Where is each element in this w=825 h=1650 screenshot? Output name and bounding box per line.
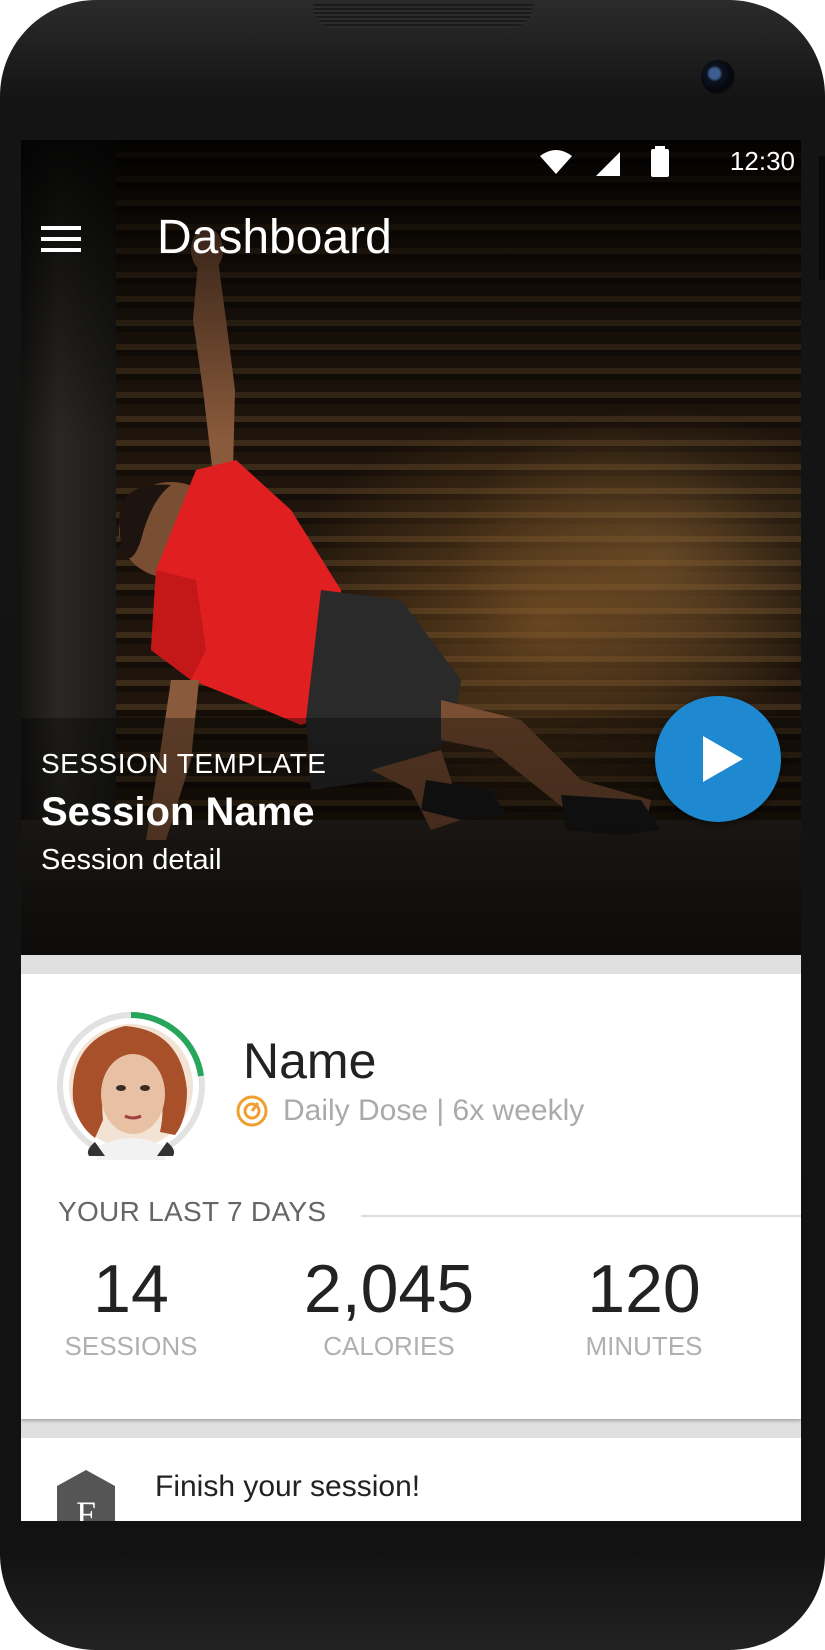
wifi-icon — [540, 150, 572, 174]
stat-calories: 2,045 CALORIES — [284, 1249, 494, 1362]
avatar-progress-ring — [57, 1012, 205, 1160]
stat-sessions: 14 SESSIONS — [36, 1249, 226, 1362]
session-name: Session Name — [41, 790, 315, 834]
badge-letter: F — [76, 1494, 96, 1521]
notification-card[interactable]: F Finish your session! — [21, 1438, 801, 1521]
play-icon — [703, 736, 743, 782]
stat-label: CALORIES — [323, 1331, 455, 1361]
battery-icon — [651, 146, 669, 177]
badge-icon: F — [57, 1470, 115, 1521]
page-title: Dashboard — [157, 211, 392, 264]
app-bar: Dashboard — [21, 196, 801, 286]
status-bar: 12:30 — [21, 140, 801, 188]
hero-banner[interactable]: 12:30 Dashboard SESSION TEMPLATE Session… — [21, 140, 801, 955]
stat-label: MINUTES — [585, 1331, 703, 1361]
phone-frame: 12:30 Dashboard SESSION TEMPLATE Session… — [0, 0, 825, 1650]
stat-label: SESSIONS — [64, 1331, 198, 1361]
session-template-label: SESSION TEMPLATE — [41, 748, 327, 779]
profile-card: Name Daily Dose | 6x weekly YOUR LAST 7 … — [21, 974, 801, 1419]
last-7-days-heading: YOUR LAST 7 DAYS — [58, 1196, 327, 1227]
hamburger-menu-icon[interactable] — [41, 226, 81, 256]
stat-value: 14 — [93, 1251, 169, 1327]
speaker-grille — [313, 4, 533, 28]
notification-text: Finish your session! — [155, 1470, 421, 1503]
stat-value: 120 — [587, 1251, 701, 1327]
plan-text: Daily Dose | 6x weekly — [283, 1094, 585, 1127]
divider — [361, 1215, 801, 1217]
stat-value: 2,045 — [303, 1251, 475, 1327]
avatar[interactable] — [55, 1010, 207, 1162]
status-time: 12:30 — [729, 146, 795, 176]
user-name: Name — [243, 1033, 377, 1089]
front-camera — [701, 60, 735, 94]
power-button — [819, 156, 825, 280]
play-button[interactable] — [655, 696, 781, 822]
signal-icon — [596, 152, 620, 176]
stat-minutes: 120 MINUTES — [549, 1249, 739, 1362]
gauge-icon — [236, 1095, 268, 1127]
screen: 12:30 Dashboard SESSION TEMPLATE Session… — [21, 140, 801, 1521]
session-detail: Session detail — [41, 844, 222, 876]
